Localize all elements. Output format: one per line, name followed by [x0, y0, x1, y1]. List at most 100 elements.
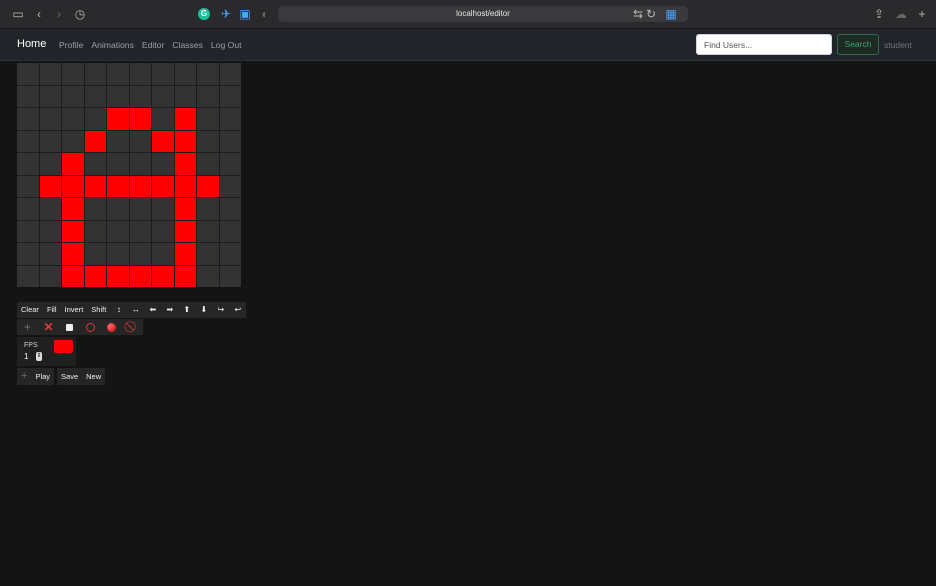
grid-cell[interactable] — [17, 85, 39, 107]
grid-cell[interactable] — [197, 220, 219, 242]
grid-cell[interactable] — [152, 63, 174, 85]
play-button[interactable]: Play — [31, 368, 54, 385]
grid-cell[interactable] — [84, 63, 106, 85]
grid-cell[interactable] — [219, 243, 241, 265]
nav-link-animations[interactable]: Animations — [91, 40, 134, 50]
grid-cell[interactable] — [219, 108, 241, 130]
grid-cell[interactable] — [107, 198, 129, 220]
grid-cell[interactable] — [174, 85, 196, 107]
grid-cell[interactable] — [39, 175, 61, 197]
grid-cell[interactable] — [39, 108, 61, 130]
grid-cell[interactable] — [174, 265, 196, 287]
grid-cell[interactable] — [84, 220, 106, 242]
grid-cell[interactable] — [152, 153, 174, 175]
grid-cell[interactable] — [152, 220, 174, 242]
cloud-icon[interactable]: ☁ — [894, 7, 908, 21]
fps-stepper-icon[interactable]: ⇕ — [36, 352, 42, 361]
grammarly-icon[interactable]: G — [198, 8, 210, 20]
grid-cell[interactable] — [107, 243, 129, 265]
grid-cell[interactable] — [129, 243, 151, 265]
username-label[interactable]: student — [884, 40, 912, 50]
grid-cell[interactable] — [84, 85, 106, 107]
grid-cell[interactable] — [62, 265, 84, 287]
grid-cell[interactable] — [197, 175, 219, 197]
grid-cell[interactable] — [39, 265, 61, 287]
grid-cell[interactable] — [219, 130, 241, 152]
grid-cell[interactable] — [107, 85, 129, 107]
grid-cell[interactable] — [174, 153, 196, 175]
grid-cell[interactable] — [39, 85, 61, 107]
sidebar-icon[interactable]: ▭ — [11, 7, 25, 21]
cross-icon[interactable]: ✕ — [38, 319, 59, 335]
grid-cell[interactable] — [152, 175, 174, 197]
fill-button[interactable]: Fill — [42, 302, 61, 318]
fps-input[interactable]: 1 — [24, 352, 28, 361]
grid-cell[interactable] — [219, 63, 241, 85]
shift-left-icon[interactable]: ⬅ — [144, 302, 162, 318]
grid-cell[interactable] — [129, 153, 151, 175]
nav-link-editor[interactable]: Editor — [142, 40, 164, 50]
grid-cell[interactable] — [174, 175, 196, 197]
circle-filled-icon[interactable] — [101, 319, 122, 335]
rotate-right-icon[interactable]: ↪ — [212, 302, 230, 318]
shield-icon[interactable]: ◐ — [258, 7, 272, 21]
grid-cell[interactable] — [174, 130, 196, 152]
back-icon[interactable]: ‹ — [32, 7, 46, 21]
shift-vertical-icon[interactable]: ↕ — [110, 302, 128, 318]
grid-cell[interactable] — [107, 153, 129, 175]
grid-cell[interactable] — [39, 63, 61, 85]
new-tab-icon[interactable]: + — [915, 7, 929, 21]
grid-cell[interactable] — [17, 175, 39, 197]
grid-cell[interactable] — [84, 153, 106, 175]
no-entry-icon[interactable]: ⃠ — [122, 319, 143, 335]
grid-cell[interactable] — [62, 63, 84, 85]
grid-cell[interactable] — [219, 265, 241, 287]
search-button[interactable]: Search — [837, 34, 879, 55]
grid-cell[interactable] — [152, 108, 174, 130]
grid-cell[interactable] — [129, 63, 151, 85]
grid-cell[interactable] — [129, 108, 151, 130]
pixel-grid[interactable] — [17, 63, 241, 287]
grid-cell[interactable] — [129, 175, 151, 197]
translate-icon[interactable]: ⇆ — [631, 7, 645, 21]
grid-cell[interactable] — [39, 198, 61, 220]
grid-cell[interactable] — [107, 175, 129, 197]
grid-cell[interactable] — [17, 153, 39, 175]
add-frame-icon[interactable]: + — [17, 368, 31, 385]
grid-cell[interactable] — [107, 108, 129, 130]
grid-cell[interactable] — [129, 220, 151, 242]
grid-cell[interactable] — [84, 265, 106, 287]
grid-cell[interactable] — [17, 220, 39, 242]
grid-cell[interactable] — [197, 243, 219, 265]
grid-cell[interactable] — [17, 108, 39, 130]
grid-cell[interactable] — [129, 85, 151, 107]
grid-cell[interactable] — [219, 175, 241, 197]
nav-brand-home[interactable]: Home — [17, 38, 46, 50]
grid-cell[interactable] — [197, 265, 219, 287]
grid-cell[interactable] — [174, 220, 196, 242]
grid-cell[interactable] — [174, 108, 196, 130]
grid-cell[interactable] — [197, 130, 219, 152]
square-icon[interactable] — [59, 319, 80, 335]
grid-cell[interactable] — [107, 220, 129, 242]
grid-cell[interactable] — [152, 265, 174, 287]
grid-cell[interactable] — [152, 243, 174, 265]
grid-cell[interactable] — [84, 108, 106, 130]
new-button[interactable]: New — [82, 368, 105, 385]
grid-cell[interactable] — [152, 198, 174, 220]
grid-cell[interactable] — [219, 198, 241, 220]
shift-down-icon[interactable]: ⬇ — [195, 302, 213, 318]
grid-cell[interactable] — [174, 63, 196, 85]
grid-cell[interactable] — [107, 63, 129, 85]
shift-up-icon[interactable]: ⬆ — [178, 302, 196, 318]
shift-right-icon[interactable]: ➡ — [161, 302, 179, 318]
shift-horizontal-icon[interactable]: ↔ — [127, 302, 145, 318]
grid-cell[interactable] — [62, 243, 84, 265]
grid-cell[interactable] — [84, 130, 106, 152]
grid-cell[interactable] — [152, 130, 174, 152]
grid-cell[interactable] — [62, 175, 84, 197]
grid-cell[interactable] — [62, 198, 84, 220]
grid-cell[interactable] — [107, 130, 129, 152]
grid-cell[interactable] — [39, 220, 61, 242]
grid-cell[interactable] — [62, 108, 84, 130]
